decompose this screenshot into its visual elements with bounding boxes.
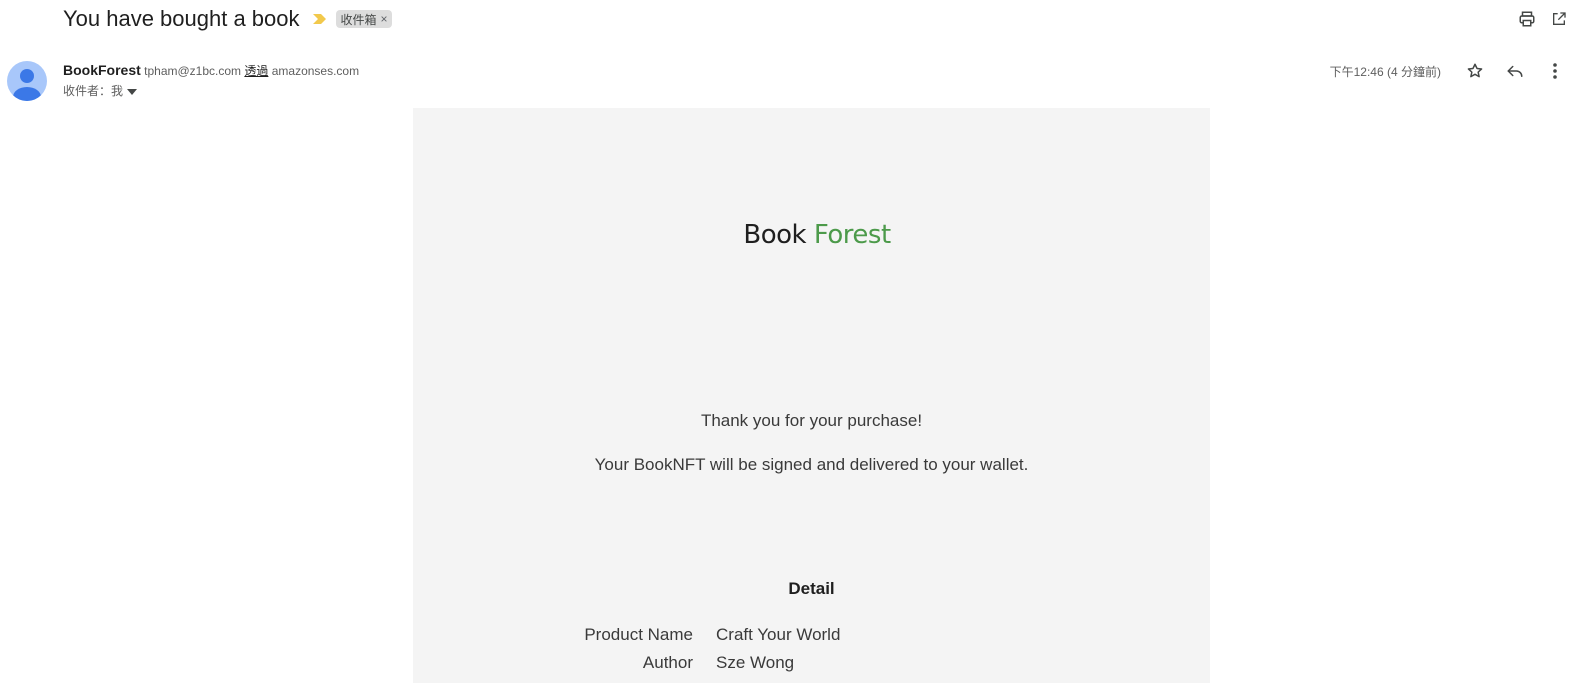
detail-value: Craft Your World (716, 625, 841, 644)
via-domain: amazonses.com (271, 64, 360, 78)
reply-icon[interactable] (1495, 60, 1535, 82)
brand-part1: Book (743, 220, 807, 250)
label-text: 收件箱 (340, 12, 377, 27)
sender-line: BookForest tpham@z1bc.com 透過 amazonses.c… (63, 62, 359, 79)
email-body: Book Forest Thank you for your purchase!… (413, 108, 1210, 683)
recipient-text: 收件者：我 (63, 84, 124, 98)
caret-down-icon[interactable] (127, 84, 138, 98)
remove-label-button[interactable]: × (381, 12, 388, 26)
star-icon[interactable] (1455, 60, 1495, 82)
wallet-message: Your BookNFT will be signed and delivere… (594, 455, 1029, 474)
inbox-label-chip[interactable]: 收件箱 × (335, 10, 392, 28)
importance-marker-icon[interactable] (312, 11, 328, 27)
detail-label: Author (642, 653, 693, 672)
default-avatar-icon[interactable] (7, 61, 47, 101)
email-subject: You have bought a book (63, 6, 300, 31)
message-actions: 下午12:46 (4 分鐘前) (1330, 60, 1575, 82)
top-actions (1511, 8, 1575, 30)
detail-heading: Detail (788, 579, 835, 598)
thank-you-message: Thank you for your purchase! (700, 411, 923, 430)
subject-row: You have bought a book 收件箱 × (63, 4, 392, 34)
detail-label: Product Name (584, 625, 693, 644)
brand-part2: Forest (813, 220, 891, 250)
print-icon[interactable] (1511, 8, 1543, 30)
open-in-new-window-icon[interactable] (1543, 8, 1575, 30)
detail-value: Sze Wong (716, 653, 795, 672)
via-link[interactable]: 透過 (244, 64, 268, 78)
recipient-details-toggle[interactable]: 收件者：我 (63, 82, 138, 99)
sender-name[interactable]: BookForest (63, 62, 141, 78)
brand-logo: Book Forest (413, 220, 1221, 250)
timestamp: 下午12:46 (4 分鐘前) (1329, 64, 1441, 79)
sender-email: tpham@z1bc.com (144, 64, 242, 78)
more-vert-icon[interactable] (1535, 60, 1575, 82)
